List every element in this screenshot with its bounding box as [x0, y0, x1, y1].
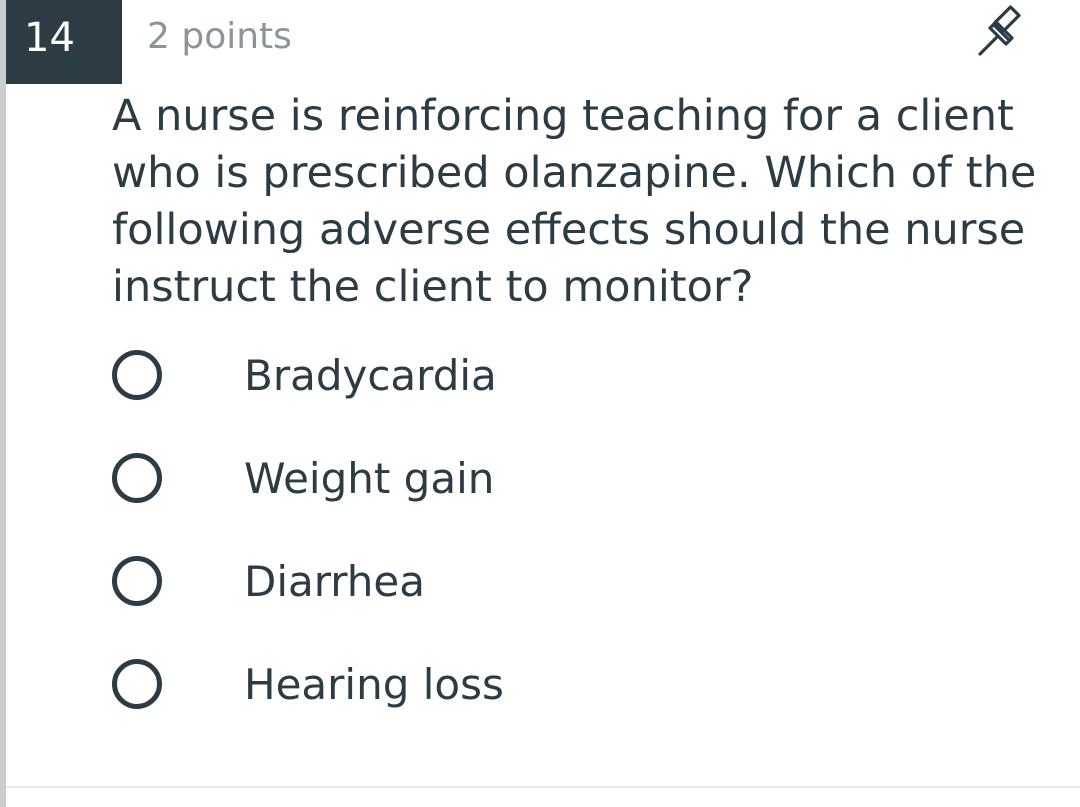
radio-button[interactable] — [112, 453, 162, 503]
radio-button[interactable] — [112, 556, 162, 606]
quiz-question-card: 14 2 points A nurse is reinforcing teach… — [0, 0, 1080, 807]
answer-label: Bradycardia — [244, 351, 497, 400]
question-number-badge: 14 — [6, 0, 122, 84]
answer-list: Bradycardia Weight gain Diarrhea Hearing… — [112, 346, 1012, 758]
pin-icon[interactable] — [972, 4, 1030, 62]
divider — [6, 786, 1080, 788]
answer-label: Weight gain — [244, 454, 495, 503]
answer-label: Diarrhea — [244, 557, 426, 606]
radio-button[interactable] — [112, 350, 162, 400]
points-label: 2 points — [147, 16, 292, 57]
answer-option[interactable]: Bradycardia — [112, 346, 1012, 449]
question-text: A nurse is reinforcing teaching for a cl… — [112, 91, 1037, 312]
answer-option[interactable]: Weight gain — [112, 449, 1012, 552]
answer-option[interactable]: Diarrhea — [112, 552, 1012, 655]
answer-option[interactable]: Hearing loss — [112, 655, 1012, 758]
radio-button[interactable] — [112, 659, 162, 709]
answer-label: Hearing loss — [244, 660, 504, 709]
left-rail — [0, 0, 6, 807]
